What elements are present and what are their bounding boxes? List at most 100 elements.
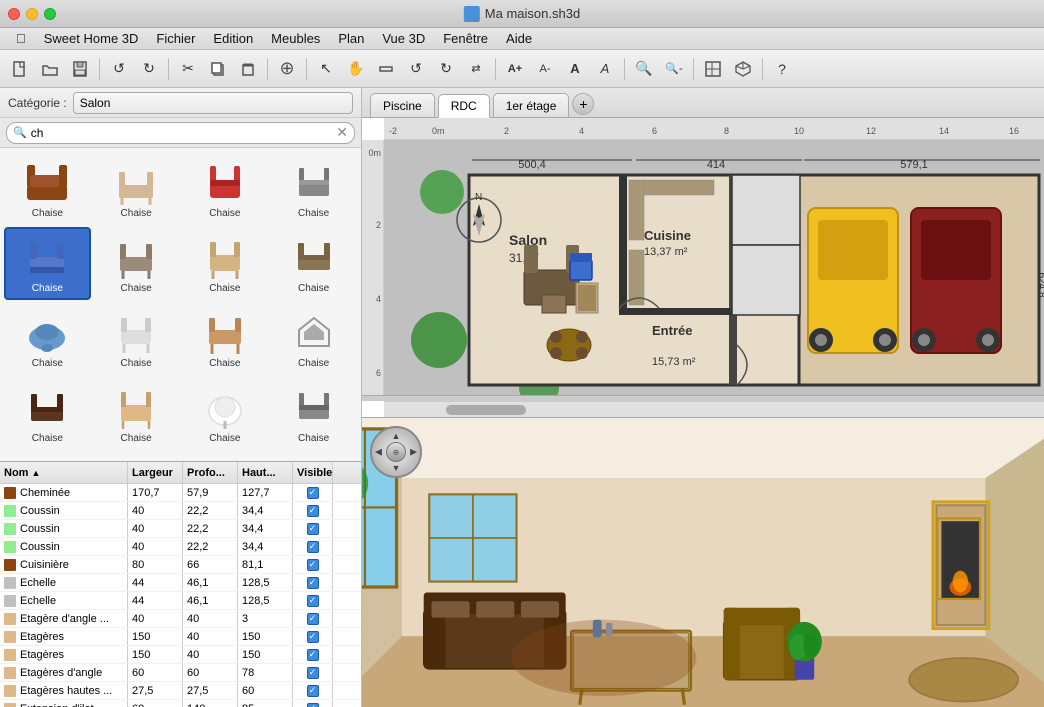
new-button[interactable] <box>6 55 34 83</box>
row-visible[interactable]: ✓ <box>293 664 333 681</box>
row-visible[interactable]: ✓ <box>293 574 333 591</box>
col-name-header[interactable]: Nom ▲ <box>0 462 128 483</box>
redo-button[interactable]: ↻ <box>135 55 163 83</box>
scrollbar-horizontal[interactable] <box>384 401 1044 417</box>
nav-widget[interactable]: ▲ ▼ ◀ ▶ ⊕ <box>370 426 422 478</box>
nav-center[interactable]: ⊕ <box>386 442 406 462</box>
furniture-item[interactable]: Chaise <box>4 377 91 450</box>
row-visible[interactable]: ✓ <box>293 682 333 699</box>
create-wall-button[interactable] <box>372 55 400 83</box>
tab-rdc[interactable]: RDC <box>438 94 490 118</box>
menu-vue3d[interactable]: Vue 3D <box>374 29 433 48</box>
furniture-item[interactable]: Chaise <box>4 152 91 225</box>
3d-view-button[interactable] <box>729 55 757 83</box>
furniture-item[interactable]: Chaise <box>4 302 91 375</box>
list-row[interactable]: Coussin 40 22,2 34,4 ✓ <box>0 520 361 538</box>
row-visible[interactable]: ✓ <box>293 700 333 707</box>
furniture-item[interactable]: Chaise <box>270 302 357 375</box>
col-width-header[interactable]: Largeur <box>128 462 183 483</box>
list-row[interactable]: Coussin 40 22,2 34,4 ✓ <box>0 502 361 520</box>
list-row[interactable]: Extension d'ilot 60 140 85 ✓ <box>0 700 361 707</box>
row-visible[interactable]: ✓ <box>293 628 333 645</box>
furniture-item[interactable]: Chaise <box>182 227 269 300</box>
menu-edition[interactable]: Edition <box>205 29 261 48</box>
category-select[interactable]: Salon <box>73 92 353 114</box>
zoom-out-button[interactable]: 🔍- <box>660 55 688 83</box>
help-button[interactable]: ? <box>768 55 796 83</box>
search-clear-button[interactable]: ✕ <box>336 124 348 141</box>
rotate-left-button[interactable]: ↺ <box>402 55 430 83</box>
row-visible[interactable]: ✓ <box>293 484 333 501</box>
search-input[interactable] <box>31 126 333 140</box>
copy-button[interactable] <box>204 55 232 83</box>
text-large-button[interactable]: A <box>561 55 589 83</box>
floor-plan-content[interactable]: Salon 31,47 N Cuisine 13,37 m² Garage <box>384 140 1044 401</box>
col-visible-header[interactable]: Visible <box>293 462 333 483</box>
list-row[interactable]: Etagère d'angle ... 40 40 3 ✓ <box>0 610 361 628</box>
cut-button[interactable]: ✂ <box>174 55 202 83</box>
row-visible[interactable]: ✓ <box>293 592 333 609</box>
row-depth: 22,2 <box>183 520 238 537</box>
flip-h-button[interactable]: ⇄ <box>462 55 490 83</box>
tab-add-button[interactable]: + <box>572 93 594 115</box>
tab-1er-etage[interactable]: 1er étage <box>493 93 570 117</box>
row-visible[interactable]: ✓ <box>293 556 333 573</box>
furniture-item[interactable]: Chaise <box>93 302 180 375</box>
open-button[interactable] <box>36 55 64 83</box>
add-furniture-button[interactable]: ⊕ <box>273 55 301 83</box>
row-visible[interactable]: ✓ <box>293 502 333 519</box>
menu-fichier[interactable]: Fichier <box>148 29 203 48</box>
pan-button[interactable]: ✋ <box>342 55 370 83</box>
list-row[interactable]: Echelle 44 46,1 128,5 ✓ <box>0 592 361 610</box>
furniture-item[interactable]: Chaise <box>182 152 269 225</box>
furniture-item[interactable]: Chaise <box>270 152 357 225</box>
furniture-item[interactable]: Chaise <box>182 302 269 375</box>
undo-button[interactable]: ↺ <box>105 55 133 83</box>
col-depth-header[interactable]: Profo... <box>183 462 238 483</box>
col-height-header[interactable]: Haut... <box>238 462 293 483</box>
traffic-lights[interactable] <box>8 8 56 20</box>
menu-fenetre[interactable]: Fenêtre <box>435 29 496 48</box>
zoom-out-text-button[interactable]: A- <box>531 55 559 83</box>
list-row[interactable]: Etagères d'angle 60 60 78 ✓ <box>0 664 361 682</box>
rotate-right-button[interactable]: ↻ <box>432 55 460 83</box>
plan-view-button[interactable] <box>699 55 727 83</box>
maximize-button[interactable] <box>44 8 56 20</box>
menu-aide[interactable]: Aide <box>498 29 540 48</box>
furniture-item[interactable]: Chaise <box>93 377 180 450</box>
zoom-in-text-button[interactable]: A+ <box>501 55 529 83</box>
furniture-item[interactable]: Chaise <box>270 227 357 300</box>
list-row[interactable]: Etagères 150 40 150 ✓ <box>0 628 361 646</box>
furniture-label: Chaise <box>298 283 329 294</box>
furniture-item[interactable]: Chaise <box>93 152 180 225</box>
select-button[interactable]: ↖ <box>312 55 340 83</box>
view-3d[interactable]: ▲ ▼ ◀ ▶ ⊕ <box>362 418 1044 707</box>
apple-menu[interactable]:  <box>8 29 34 48</box>
menu-plan[interactable]: Plan <box>330 29 372 48</box>
furniture-item[interactable]: Chaise <box>93 227 180 300</box>
zoom-in-button[interactable]: 🔍 <box>630 55 658 83</box>
furniture-item[interactable]: Chaise <box>182 377 269 450</box>
menu-meubles[interactable]: Meubles <box>263 29 328 48</box>
list-row[interactable]: Coussin 40 22,2 34,4 ✓ <box>0 538 361 556</box>
close-button[interactable] <box>8 8 20 20</box>
paste-button[interactable] <box>234 55 262 83</box>
furniture-item[interactable]: Chaise <box>270 377 357 450</box>
text-italic-button[interactable]: A <box>591 55 619 83</box>
list-row[interactable]: Cuisinière 80 66 81,1 ✓ <box>0 556 361 574</box>
row-visible[interactable]: ✓ <box>293 538 333 555</box>
row-visible[interactable]: ✓ <box>293 520 333 537</box>
list-row[interactable]: Echelle 44 46,1 128,5 ✓ <box>0 574 361 592</box>
save-button[interactable] <box>66 55 94 83</box>
menu-app[interactable]: Sweet Home 3D <box>36 29 147 48</box>
tab-piscine[interactable]: Piscine <box>370 93 435 117</box>
list-row[interactable]: Etagères 150 40 150 ✓ <box>0 646 361 664</box>
minimize-button[interactable] <box>26 8 38 20</box>
resize-handle[interactable] <box>362 395 1044 401</box>
floor-plan-area[interactable]: -2 0m 2 4 6 8 10 12 14 16 0m 2 4 6 <box>362 118 1044 418</box>
furniture-item-selected[interactable]: Chaise <box>4 227 91 300</box>
row-visible[interactable]: ✓ <box>293 610 333 627</box>
list-row[interactable]: Cheminée 170,7 57,9 127,7 ✓ <box>0 484 361 502</box>
row-visible[interactable]: ✓ <box>293 646 333 663</box>
list-row[interactable]: Etagères hautes ... 27,5 27,5 60 ✓ <box>0 682 361 700</box>
